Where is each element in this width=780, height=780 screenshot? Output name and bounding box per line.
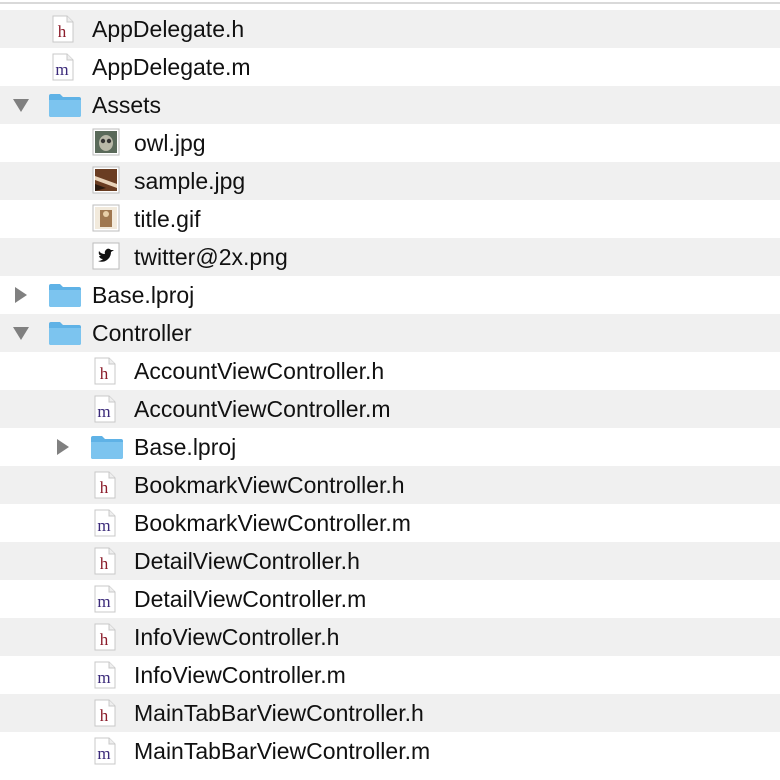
m-source-file-icon: m bbox=[92, 509, 118, 537]
svg-text:m: m bbox=[97, 744, 110, 763]
tree-item-label: DetailViewController.h bbox=[134, 548, 360, 574]
tree-item-label: Controller bbox=[92, 320, 192, 346]
file-navigator-tree: h AppDelegate.h m AppDelegate.m Assets owl.jp… bbox=[0, 10, 780, 770]
svg-text:m: m bbox=[97, 668, 110, 687]
tree-row-file[interactable]: h BookmarkViewController.h bbox=[0, 466, 780, 504]
tree-item-label: MainTabBarViewController.m bbox=[134, 738, 431, 764]
tree-row-file[interactable]: h DetailViewController.h bbox=[0, 542, 780, 580]
h-header-file-icon: h bbox=[50, 15, 76, 43]
svg-text:m: m bbox=[97, 402, 110, 421]
tree-item-label: AccountViewController.m bbox=[134, 396, 391, 422]
title-image-icon bbox=[92, 204, 120, 232]
disclosure-expanded-icon[interactable] bbox=[12, 97, 30, 113]
svg-text:h: h bbox=[100, 554, 109, 573]
top-border bbox=[0, 0, 780, 4]
tree-row-file[interactable]: h AppDelegate.h bbox=[0, 10, 780, 48]
h-header-file-icon: h bbox=[92, 699, 118, 727]
sample-image-icon bbox=[92, 166, 120, 194]
folder-icon bbox=[48, 92, 82, 118]
svg-text:m: m bbox=[97, 592, 110, 611]
tree-row-file[interactable]: h MainTabBarViewController.h bbox=[0, 694, 780, 732]
tree-row-file[interactable]: m BookmarkViewController.m bbox=[0, 504, 780, 542]
tree-item-label: BookmarkViewController.m bbox=[134, 510, 411, 536]
tree-item-label: InfoViewController.m bbox=[134, 662, 346, 688]
folder-icon bbox=[90, 434, 124, 460]
tree-item-label: MainTabBarViewController.h bbox=[134, 700, 424, 726]
tree-row-folder[interactable]: Base.lproj bbox=[0, 276, 780, 314]
tree-item-label: AppDelegate.h bbox=[92, 16, 245, 42]
m-source-file-icon: m bbox=[92, 737, 118, 765]
tree-row-file[interactable]: title.gif bbox=[0, 200, 780, 238]
h-header-file-icon: h bbox=[92, 471, 118, 499]
tree-item-label: twitter@2x.png bbox=[134, 244, 288, 270]
h-header-file-icon: h bbox=[92, 547, 118, 575]
tree-row-file[interactable]: twitter@2x.png bbox=[0, 238, 780, 276]
disclosure-collapsed-icon[interactable] bbox=[54, 439, 72, 455]
tree-item-label: sample.jpg bbox=[134, 168, 246, 194]
tree-item-label: AppDelegate.m bbox=[92, 54, 251, 80]
m-source-file-icon: m bbox=[92, 585, 118, 613]
svg-text:h: h bbox=[100, 706, 109, 725]
m-source-file-icon: m bbox=[92, 395, 118, 423]
m-source-file-icon: m bbox=[92, 661, 118, 689]
tree-row-file[interactable]: m InfoViewController.m bbox=[0, 656, 780, 694]
disclosure-collapsed-icon[interactable] bbox=[12, 287, 30, 303]
folder-icon bbox=[48, 320, 82, 346]
svg-text:m: m bbox=[55, 60, 68, 79]
h-header-file-icon: h bbox=[92, 357, 118, 385]
tree-row-file[interactable]: h InfoViewController.h bbox=[0, 618, 780, 656]
tree-item-label: title.gif bbox=[134, 206, 201, 232]
owl-image-icon bbox=[92, 128, 120, 156]
tree-item-label: Assets bbox=[92, 92, 162, 118]
tree-row-file[interactable]: m DetailViewController.m bbox=[0, 580, 780, 618]
disclosure-expanded-icon[interactable] bbox=[12, 325, 30, 341]
svg-text:h: h bbox=[58, 22, 67, 41]
folder-icon bbox=[48, 282, 82, 308]
h-header-file-icon: h bbox=[92, 623, 118, 651]
tree-row-file[interactable]: m MainTabBarViewController.m bbox=[0, 732, 780, 770]
svg-text:h: h bbox=[100, 630, 109, 649]
tree-row-file[interactable]: m AppDelegate.m bbox=[0, 48, 780, 86]
tree-row-folder[interactable]: Assets bbox=[0, 86, 780, 124]
tree-item-label: Base.lproj bbox=[92, 282, 195, 308]
tree-item-label: DetailViewController.m bbox=[134, 586, 367, 612]
tree-row-file[interactable]: h AccountViewController.h bbox=[0, 352, 780, 390]
tree-item-label: InfoViewController.h bbox=[134, 624, 340, 650]
svg-text:h: h bbox=[100, 364, 109, 383]
tree-item-label: AccountViewController.h bbox=[134, 358, 385, 384]
tree-row-file[interactable]: m AccountViewController.m bbox=[0, 390, 780, 428]
tree-item-label: BookmarkViewController.h bbox=[134, 472, 405, 498]
tree-row-file[interactable]: owl.jpg bbox=[0, 124, 780, 162]
svg-text:h: h bbox=[100, 478, 109, 497]
tree-row-folder[interactable]: Controller bbox=[0, 314, 780, 352]
twitter-bird-icon bbox=[92, 242, 120, 270]
svg-text:m: m bbox=[97, 516, 110, 535]
tree-row-file[interactable]: sample.jpg bbox=[0, 162, 780, 200]
tree-item-label: owl.jpg bbox=[134, 130, 206, 156]
tree-row-folder[interactable]: Base.lproj bbox=[0, 428, 780, 466]
m-source-file-icon: m bbox=[50, 53, 76, 81]
tree-item-label: Base.lproj bbox=[134, 434, 237, 460]
